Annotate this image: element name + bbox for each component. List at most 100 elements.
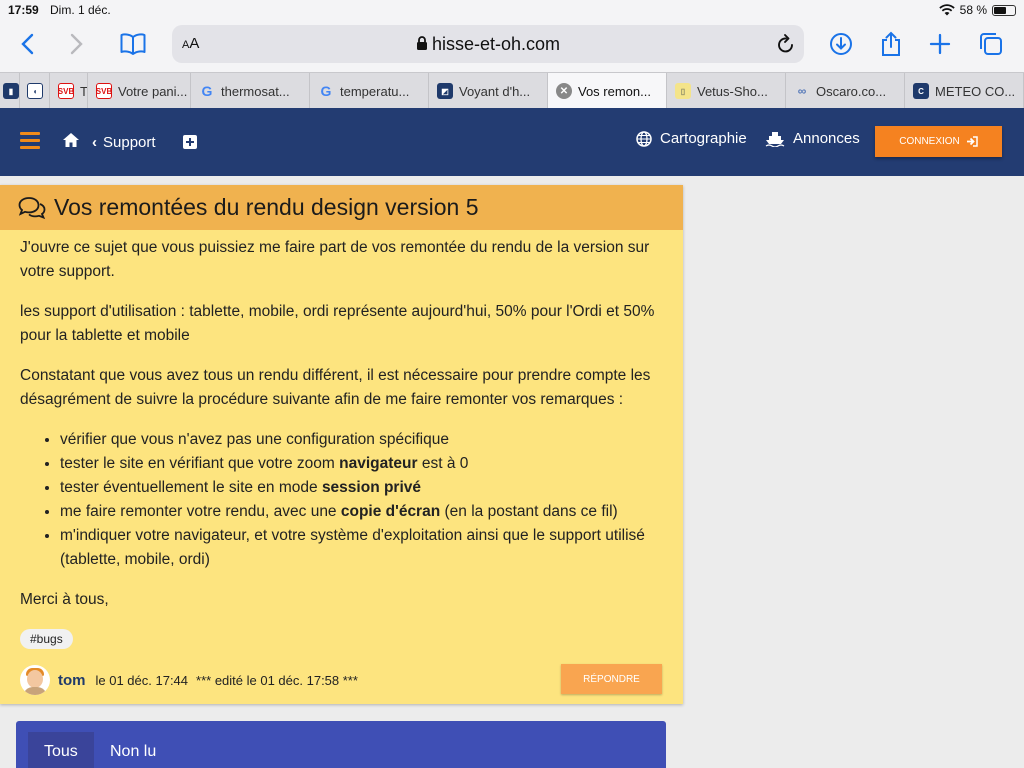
site-navbar: ‹ Support Cartographie Annonces CONNEXION [0,108,1024,176]
vetus-icon: ▯ [675,83,691,99]
add-topic-icon[interactable] [183,135,197,149]
filter-tabs: Tous Non lu [16,721,666,768]
home-icon[interactable] [62,132,80,153]
list-item-text: tester le site en vérifiant que votre zo… [60,455,340,472]
tab-2[interactable]: ◖ [20,73,50,109]
lock-icon [416,36,427,50]
status-bar: 17:59 Dim. 1 déc. 58 % [0,0,1024,20]
list-item: tester éventuellement le site en mode se… [60,476,663,500]
post-card: Vos remontées du rendu design version 5 … [0,185,683,704]
post-author: tom le 01 déc. 17:44 *** edité le 01 déc… [20,665,358,695]
status-time: 17:59 [8,3,39,17]
tab-label: thermosat... [221,83,290,99]
avatar[interactable] [20,665,50,695]
tab-10[interactable]: ∞ Oscaro.co... [786,73,905,109]
oscaro-icon: ∞ [797,84,807,98]
address-bar[interactable]: AA hisse-et-oh.com [172,25,804,63]
post-date: le 01 déc. 17:44 [95,672,189,688]
post-paragraph-3: Constatant que vous avez tous un rendu d… [20,367,651,408]
post-paragraph-1: J'ouvre ce sujet que vous puissiez me fa… [20,239,650,280]
list-item: tester le site en vérifiant que votre zo… [60,452,663,476]
tab-active[interactable]: ✕ Vos remon... [548,73,667,109]
tab-label: Vos remon... [578,83,651,99]
tab-bar: ▮ ◖ SVB T SVB Votre pani... G thermosat.… [0,72,1024,109]
tab-label: temperatu... [340,83,410,99]
tab-all[interactable]: Tous [28,732,94,768]
nav-cartographie-label: Cartographie [660,130,747,147]
post-title: Vos remontées du rendu design version 5 [54,194,479,220]
globe-icon [636,130,652,147]
procedure-list: vérifier que vous n'avez pas une configu… [60,428,663,572]
chevron-left-icon: ‹ [92,134,97,151]
site-icon: ◩ [437,83,453,99]
tab-icon-2: ◖ [27,83,43,99]
bookmarks-icon[interactable] [118,30,148,58]
author-name[interactable]: tom [58,672,86,689]
nav-cartographie[interactable]: Cartographie [636,130,747,147]
battery-percent: 58 % [959,3,987,17]
post-edited: *** edité le 01 déc. 17:58 *** [196,672,358,688]
breadcrumb-label: Support [103,134,156,151]
tab-label: Voyant d'h... [459,83,531,99]
share-icon[interactable] [876,30,906,58]
list-item-text: (en la postant dans ce fil) [440,503,618,520]
ship-icon [765,131,785,147]
forward-icon[interactable] [62,30,92,58]
list-item-text: me faire remonter votre rendu, avec une [60,503,341,520]
breadcrumb-support[interactable]: ‹ Support [92,134,156,151]
tab-9[interactable]: ▯ Vetus-Sho... [667,73,786,109]
tab-label: Votre pani... [118,83,188,99]
url-field[interactable]: hisse-et-oh.com [172,34,804,55]
tab-label: Vetus-Sho... [697,83,768,99]
download-icon[interactable] [826,30,856,58]
post-closing: Merci à tous, [20,591,109,608]
status-date: Dim. 1 déc. [50,3,111,17]
hamburger-menu-icon[interactable] [20,132,40,153]
tag-badge[interactable]: #bugs [20,629,73,649]
connexion-button[interactable]: CONNEXION [875,126,1002,157]
tab-6[interactable]: G temperatu... [310,73,429,109]
reload-icon[interactable] [776,33,796,60]
tab-7[interactable]: ◩ Voyant d'h... [429,73,548,109]
comments-icon [18,196,46,219]
list-item-text: m'indiquer votre navigateur, et votre sy… [60,527,645,568]
browser-toolbar: AA hisse-et-oh.com [0,20,1024,72]
tab-label: T [80,83,88,99]
google-icon: G [201,83,213,99]
wifi-icon [938,4,955,16]
post-header: Vos remontées du rendu design version 5 [0,185,683,230]
connexion-label: CONNEXION [899,136,960,147]
list-item-bold: navigateur [339,455,418,472]
tab-5[interactable]: G thermosat... [191,73,310,109]
tab-1[interactable]: ▮ [0,73,20,109]
url-text: hisse-et-oh.com [431,34,561,54]
status-right: 58 % [938,3,1016,17]
tab-4[interactable]: SVB Votre pani... [88,73,191,109]
new-tab-icon[interactable] [925,30,955,58]
reply-button[interactable]: RÉPONDRE [561,664,662,694]
tab-label: Oscaro.co... [816,83,887,99]
sign-in-icon [966,136,978,147]
tab-icon-1: ▮ [3,83,19,99]
tab-11[interactable]: C METEO CO... [905,73,1024,109]
close-tab-icon[interactable]: ✕ [556,83,572,99]
list-item: m'indiquer votre navigateur, et votre sy… [60,524,663,572]
list-item-text: vérifier que vous n'avez pas une configu… [60,431,449,448]
nav-annonces-label: Annonces [793,130,860,147]
nav-annonces[interactable]: Annonces [765,130,860,147]
back-icon[interactable] [12,30,42,58]
tabs-overview-icon[interactable] [976,30,1006,58]
tab-label: METEO CO... [935,83,1016,99]
google-icon: G [320,83,332,99]
battery-icon [992,4,1016,16]
post-paragraph-2: les support d'utilisation : tablette, mo… [20,303,655,344]
svb-icon: SVB [96,83,112,99]
list-item-bold: copie d'écran [340,503,441,520]
tab-3[interactable]: SVB T [50,73,88,109]
meteo-icon: C [913,83,929,99]
battery-fill [994,6,1006,14]
post-body: J'ouvre ce sujet que vous puissiez me fa… [0,230,683,612]
tab-unread[interactable]: Non lu [94,732,172,768]
list-item-text: tester éventuellement le site en mode [60,479,322,496]
list-item: me faire remonter votre rendu, avec une … [60,500,663,524]
